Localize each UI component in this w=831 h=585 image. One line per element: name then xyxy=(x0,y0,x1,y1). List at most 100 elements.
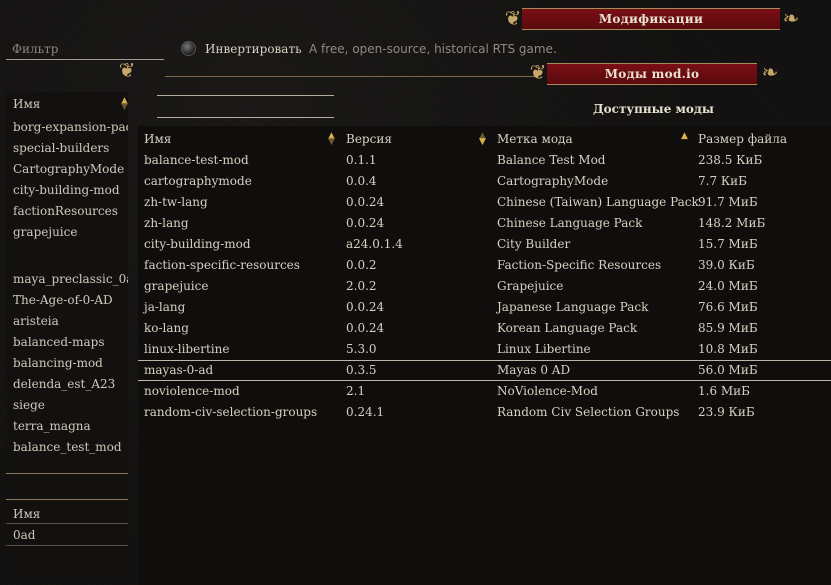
installed-mods-list-bottom: maya_preclassic_0ad The-Age-of-0-AD aris… xyxy=(13,269,128,458)
cell-name: cartographymode xyxy=(144,174,252,188)
list-item[interactable]: The-Age-of-0-AD xyxy=(13,290,128,311)
cell-name: ko-lang xyxy=(144,321,189,335)
cell-version: 2.0.2 xyxy=(346,279,377,293)
cell-size: 39.0 КиБ xyxy=(698,258,755,272)
sort-version-icon[interactable]: ▲ ▼ xyxy=(479,132,486,147)
cell-version: 0.0.24 xyxy=(346,195,385,209)
modio-banner: Моды mod.io xyxy=(547,63,757,85)
table-row[interactable]: balance-test-mod 0.1.1 Balance Test Mod … xyxy=(138,150,831,171)
cell-size: 7.7 КиБ xyxy=(698,174,748,188)
table-row-selected[interactable]: mayas-0-ad 0.3.5 Mayas 0 AD 56.0 МиБ xyxy=(138,360,831,381)
column-header-version[interactable]: Версия xyxy=(346,132,392,146)
cell-version: 0.3.5 xyxy=(346,363,377,377)
list-item[interactable]: delenda_est_A23 xyxy=(13,374,128,395)
cell-label: Chinese (Taiwan) Language Pack xyxy=(497,195,699,209)
cell-label: Faction-Specific Resources xyxy=(497,258,662,272)
cell-label: Random Civ Selection Groups xyxy=(497,405,680,419)
enabled-mods-header[interactable]: Имя xyxy=(13,507,40,521)
enabled-mod-item[interactable]: 0ad xyxy=(13,528,35,542)
cell-label: Korean Language Pack xyxy=(497,321,638,335)
modio-title: Моды mod.io xyxy=(604,67,700,81)
list-item[interactable]: balancing-mod xyxy=(13,353,128,374)
sort-label-icon[interactable]: ▲ xyxy=(681,132,688,141)
divider xyxy=(165,76,535,77)
list-item[interactable]: siege xyxy=(13,395,128,416)
cell-label: Grapejuice xyxy=(497,279,564,293)
page-title-banner: Модификации xyxy=(522,8,780,30)
list-item[interactable]: aristeia xyxy=(13,311,128,332)
cell-size: 23.9 КиБ xyxy=(698,405,755,419)
left-divider xyxy=(6,473,128,474)
cell-name: city-building-mod xyxy=(144,237,251,251)
installed-sort-icon[interactable]: ▲ ▼ xyxy=(121,97,128,112)
modio-search-input[interactable] xyxy=(157,117,334,118)
column-header-size[interactable]: Размер файла xyxy=(698,132,787,146)
left-divider xyxy=(6,545,128,546)
cell-size: 148.2 МиБ xyxy=(698,216,766,230)
cell-version: 5.3.0 xyxy=(346,342,377,356)
invert-radio[interactable] xyxy=(181,41,196,56)
mod-description: A free, open-source, historical RTS game… xyxy=(309,42,557,56)
list-item[interactable]: grapejuice xyxy=(13,222,128,243)
cell-size: 91.7 МиБ xyxy=(698,195,758,209)
cell-label: NoViolence-Mod xyxy=(497,384,598,398)
filter-placeholder: Фильтр xyxy=(12,42,59,56)
table-row[interactable]: zh-lang 0.0.24 Chinese Language Pack 148… xyxy=(138,213,831,234)
sort-name-icon[interactable]: ▲ ▼ xyxy=(328,132,335,147)
cell-size: 76.6 МиБ xyxy=(698,300,758,314)
cell-name: mayas-0-ad xyxy=(144,363,214,377)
cell-label: Chinese Language Pack xyxy=(497,216,643,230)
cell-size: 24.0 МиБ xyxy=(698,279,758,293)
installed-mods-list-top: borg-expansion-pack special-builders Car… xyxy=(13,117,128,243)
column-header-name[interactable]: Имя xyxy=(144,132,171,146)
table-row[interactable]: random-civ-selection-groups 0.24.1 Rando… xyxy=(138,402,831,423)
list-item[interactable]: balanced-maps xyxy=(13,332,128,353)
cell-name: zh-tw-lang xyxy=(144,195,208,209)
list-item[interactable]: borg-expansion-pack xyxy=(13,117,128,138)
modio-search-top-line xyxy=(157,95,334,96)
cell-size: 1.6 МиБ xyxy=(698,384,751,398)
filter-input[interactable]: Фильтр xyxy=(6,38,164,60)
cell-label: Balance Test Mod xyxy=(497,153,606,167)
table-row[interactable]: cartographymode 0.0.4 CartographyMode 7.… xyxy=(138,171,831,192)
cell-label: Japanese Language Pack xyxy=(497,300,649,314)
cell-version: 0.1.1 xyxy=(346,153,377,167)
cell-version: 0.0.4 xyxy=(346,174,377,188)
cell-name: faction-specific-resources xyxy=(144,258,300,272)
cell-name: balance-test-mod xyxy=(144,153,249,167)
cell-label: City Builder xyxy=(497,237,571,251)
cell-size: 56.0 МиБ xyxy=(698,363,758,377)
table-row[interactable]: city-building-mod a24.0.1.4 City Builder… xyxy=(138,234,831,255)
list-item[interactable]: balance_test_mod xyxy=(13,437,128,458)
list-item[interactable]: special-builders xyxy=(13,138,128,159)
table-row[interactable]: zh-tw-lang 0.0.24 Chinese (Taiwan) Langu… xyxy=(138,192,831,213)
column-header-label[interactable]: Метка мода xyxy=(497,132,573,146)
list-item[interactable]: CartographyMode xyxy=(13,159,128,180)
cell-name: linux-libertine xyxy=(144,342,230,356)
table-row[interactable]: ja-lang 0.0.24 Japanese Language Pack 76… xyxy=(138,297,831,318)
list-item[interactable]: terra_magna xyxy=(13,416,128,437)
divider-ornament-left-icon: ❦ xyxy=(118,58,136,82)
table-row[interactable]: grapejuice 2.0.2 Grapejuice 24.0 МиБ xyxy=(138,276,831,297)
table-row[interactable]: ko-lang 0.0.24 Korean Language Pack 85.9… xyxy=(138,318,831,339)
available-mods-table: balance-test-mod 0.1.1 Balance Test Mod … xyxy=(138,150,831,423)
invert-label[interactable]: Инвертировать xyxy=(205,42,302,56)
cell-label: Linux Libertine xyxy=(497,342,591,356)
table-row[interactable]: faction-specific-resources 0.0.2 Faction… xyxy=(138,255,831,276)
cell-version: 0.0.24 xyxy=(346,300,385,314)
list-item[interactable]: maya_preclassic_0ad xyxy=(13,269,128,290)
left-divider xyxy=(6,499,128,500)
cell-version: 2.1 xyxy=(346,384,366,398)
cell-size: 10.8 МиБ xyxy=(698,342,758,356)
left-divider xyxy=(6,523,128,524)
cell-size: 15.7 МиБ xyxy=(698,237,758,251)
table-row[interactable]: noviolence-mod 2.1 NoViolence-Mod 1.6 Ми… xyxy=(138,381,831,402)
cell-version: 0.0.24 xyxy=(346,321,385,335)
cell-size: 85.9 МиБ xyxy=(698,321,758,335)
table-row[interactable]: linux-libertine 5.3.0 Linux Libertine 10… xyxy=(138,339,831,360)
installed-mods-header[interactable]: Имя xyxy=(13,97,40,111)
cell-name: noviolence-mod xyxy=(144,384,240,398)
list-item[interactable]: city-building-mod xyxy=(13,180,128,201)
cell-version: 0.24.1 xyxy=(346,405,385,419)
list-item[interactable]: factionResources xyxy=(13,201,128,222)
